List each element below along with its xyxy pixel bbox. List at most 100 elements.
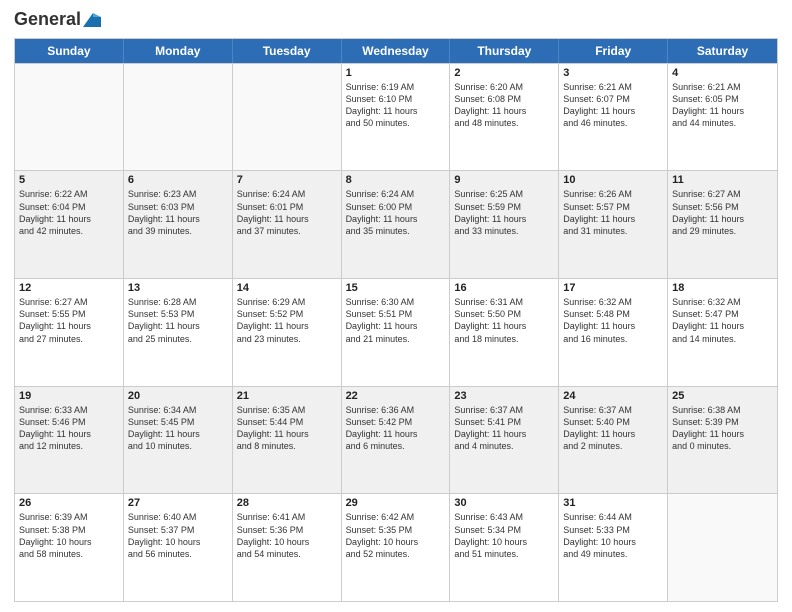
day-info: Sunrise: 6:21 AM Sunset: 6:05 PM Dayligh…: [672, 81, 773, 130]
weekday-header-thursday: Thursday: [450, 39, 559, 63]
weekday-header-saturday: Saturday: [668, 39, 777, 63]
weekday-header-tuesday: Tuesday: [233, 39, 342, 63]
day-info: Sunrise: 6:35 AM Sunset: 5:44 PM Dayligh…: [237, 404, 337, 453]
cal-cell: 30 Sunrise: 6:43 AM Sunset: 5:34 PM Dayli…: [450, 494, 559, 601]
day-info: Sunrise: 6:36 AM Sunset: 5:42 PM Dayligh…: [346, 404, 446, 453]
weekday-header-wednesday: Wednesday: [342, 39, 451, 63]
cal-cell: 1 Sunrise: 6:19 AM Sunset: 6:10 PM Daylig…: [342, 64, 451, 171]
cal-cell: 21 Sunrise: 6:35 AM Sunset: 5:44 PM Dayli…: [233, 387, 342, 494]
cal-cell: 14 Sunrise: 6:29 AM Sunset: 5:52 PM Dayli…: [233, 279, 342, 386]
cal-cell: 23 Sunrise: 6:37 AM Sunset: 5:41 PM Dayli…: [450, 387, 559, 494]
cal-cell: 11 Sunrise: 6:27 AM Sunset: 5:56 PM Dayli…: [668, 171, 777, 278]
cal-cell: 16Sunrise: 6:31 AM Sunset: 5:50 PM Dayli…: [450, 279, 559, 386]
day-number: 24: [563, 390, 663, 402]
day-info: Sunrise: 6:22 AM Sunset: 6:04 PM Dayligh…: [19, 188, 119, 237]
cal-cell: 31Sunrise: 6:44 AM Sunset: 5:33 PM Dayli…: [559, 494, 668, 601]
day-number: 17: [563, 282, 663, 294]
day-number: 14: [237, 282, 337, 294]
cal-cell: 28Sunrise: 6:41 AM Sunset: 5:36 PM Dayli…: [233, 494, 342, 601]
cal-cell: 2Sunrise: 6:20 AM Sunset: 6:08 PM Daylig…: [450, 64, 559, 171]
header: General: [14, 10, 778, 30]
cal-cell: [15, 64, 124, 171]
day-info: Sunrise: 6:23 AM Sunset: 6:03 PM Dayligh…: [128, 188, 228, 237]
day-info: Sunrise: 6:40 AM Sunset: 5:37 PM Dayligh…: [128, 511, 228, 560]
day-number: 18: [672, 282, 773, 294]
day-number: 13: [128, 282, 228, 294]
cal-cell: 3 Sunrise: 6:21 AM Sunset: 6:07 PM Daylig…: [559, 64, 668, 171]
day-number: 7: [237, 174, 337, 186]
day-info: Sunrise: 6:25 AM Sunset: 5:59 PM Dayligh…: [454, 188, 554, 237]
day-number: 3: [563, 67, 663, 79]
day-info: Sunrise: 6:20 AM Sunset: 6:08 PM Dayligh…: [454, 81, 554, 130]
cal-cell: 29 Sunrise: 6:42 AM Sunset: 5:35 PM Dayli…: [342, 494, 451, 601]
day-number: 4: [672, 67, 773, 79]
cal-cell: 7 Sunrise: 6:24 AM Sunset: 6:01 PM Daylig…: [233, 171, 342, 278]
weekday-header-friday: Friday: [559, 39, 668, 63]
day-number: 8: [346, 174, 446, 186]
day-info: Sunrise: 6:27 AM Sunset: 5:56 PM Dayligh…: [672, 188, 773, 237]
day-info: Sunrise: 6:32 AM Sunset: 5:48 PM Dayligh…: [563, 296, 663, 345]
cal-cell: [233, 64, 342, 171]
calendar-header: SundayMondayTuesdayWednesdayThursdayFrid…: [15, 39, 777, 63]
cal-cell: 10 Sunrise: 6:26 AM Sunset: 5:57 PM Dayli…: [559, 171, 668, 278]
day-number: 25: [672, 390, 773, 402]
day-number: 20: [128, 390, 228, 402]
cal-cell: [124, 64, 233, 171]
cal-cell: 25 Sunrise: 6:38 AM Sunset: 5:39 PM Dayli…: [668, 387, 777, 494]
day-number: 6: [128, 174, 228, 186]
day-info: Sunrise: 6:38 AM Sunset: 5:39 PM Dayligh…: [672, 404, 773, 453]
day-info: Sunrise: 6:29 AM Sunset: 5:52 PM Dayligh…: [237, 296, 337, 345]
day-number: 21: [237, 390, 337, 402]
day-info: Sunrise: 6:43 AM Sunset: 5:34 PM Dayligh…: [454, 511, 554, 560]
cal-cell: 20Sunrise: 6:34 AM Sunset: 5:45 PM Dayli…: [124, 387, 233, 494]
day-info: Sunrise: 6:32 AM Sunset: 5:47 PM Dayligh…: [672, 296, 773, 345]
page: General SundayMondayTuesdayWednesdayThur…: [0, 0, 792, 612]
cal-cell: 4 Sunrise: 6:21 AM Sunset: 6:05 PM Daylig…: [668, 64, 777, 171]
cal-cell: 12Sunrise: 6:27 AM Sunset: 5:55 PM Dayli…: [15, 279, 124, 386]
day-info: Sunrise: 6:39 AM Sunset: 5:38 PM Dayligh…: [19, 511, 119, 560]
day-info: Sunrise: 6:41 AM Sunset: 5:36 PM Dayligh…: [237, 511, 337, 560]
day-number: 1: [346, 67, 446, 79]
calendar-row-5: 26 Sunrise: 6:39 AM Sunset: 5:38 PM Dayli…: [15, 493, 777, 601]
day-number: 26: [19, 497, 119, 509]
calendar-row-2: 5 Sunrise: 6:22 AM Sunset: 6:04 PM Daylig…: [15, 170, 777, 278]
cal-cell: 26 Sunrise: 6:39 AM Sunset: 5:38 PM Dayli…: [15, 494, 124, 601]
cal-cell: 6 Sunrise: 6:23 AM Sunset: 6:03 PM Daylig…: [124, 171, 233, 278]
day-number: 10: [563, 174, 663, 186]
day-info: Sunrise: 6:19 AM Sunset: 6:10 PM Dayligh…: [346, 81, 446, 130]
day-number: 11: [672, 174, 773, 186]
day-number: 22: [346, 390, 446, 402]
day-number: 23: [454, 390, 554, 402]
logo-icon: [83, 13, 101, 27]
day-info: Sunrise: 6:24 AM Sunset: 6:00 PM Dayligh…: [346, 188, 446, 237]
calendar-body: 1 Sunrise: 6:19 AM Sunset: 6:10 PM Daylig…: [15, 63, 777, 601]
day-info: Sunrise: 6:21 AM Sunset: 6:07 PM Dayligh…: [563, 81, 663, 130]
day-number: 9: [454, 174, 554, 186]
weekday-header-monday: Monday: [124, 39, 233, 63]
cal-cell: 13Sunrise: 6:28 AM Sunset: 5:53 PM Dayli…: [124, 279, 233, 386]
logo-general: General: [14, 9, 81, 29]
calendar-row-3: 12Sunrise: 6:27 AM Sunset: 5:55 PM Dayli…: [15, 278, 777, 386]
day-info: Sunrise: 6:37 AM Sunset: 5:41 PM Dayligh…: [454, 404, 554, 453]
weekday-header-sunday: Sunday: [15, 39, 124, 63]
cal-cell: 9 Sunrise: 6:25 AM Sunset: 5:59 PM Daylig…: [450, 171, 559, 278]
day-number: 29: [346, 497, 446, 509]
cal-cell: 19 Sunrise: 6:33 AM Sunset: 5:46 PM Dayli…: [15, 387, 124, 494]
day-info: Sunrise: 6:26 AM Sunset: 5:57 PM Dayligh…: [563, 188, 663, 237]
cal-cell: 17 Sunrise: 6:32 AM Sunset: 5:48 PM Dayli…: [559, 279, 668, 386]
cal-cell: 8 Sunrise: 6:24 AM Sunset: 6:00 PM Daylig…: [342, 171, 451, 278]
day-number: 30: [454, 497, 554, 509]
day-number: 12: [19, 282, 119, 294]
calendar-row-1: 1 Sunrise: 6:19 AM Sunset: 6:10 PM Daylig…: [15, 63, 777, 171]
calendar: SundayMondayTuesdayWednesdayThursdayFrid…: [14, 38, 778, 602]
cal-cell: [668, 494, 777, 601]
day-number: 19: [19, 390, 119, 402]
day-info: Sunrise: 6:24 AM Sunset: 6:01 PM Dayligh…: [237, 188, 337, 237]
day-number: 15: [346, 282, 446, 294]
day-info: Sunrise: 6:33 AM Sunset: 5:46 PM Dayligh…: [19, 404, 119, 453]
cal-cell: 18 Sunrise: 6:32 AM Sunset: 5:47 PM Dayli…: [668, 279, 777, 386]
day-info: Sunrise: 6:42 AM Sunset: 5:35 PM Dayligh…: [346, 511, 446, 560]
cal-cell: 5 Sunrise: 6:22 AM Sunset: 6:04 PM Daylig…: [15, 171, 124, 278]
day-number: 5: [19, 174, 119, 186]
calendar-row-4: 19 Sunrise: 6:33 AM Sunset: 5:46 PM Dayli…: [15, 386, 777, 494]
